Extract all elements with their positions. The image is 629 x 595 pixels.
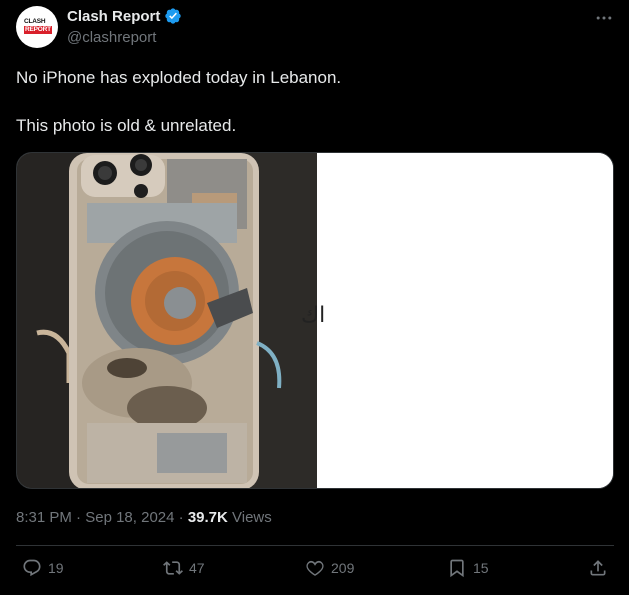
heart-icon — [306, 560, 324, 576]
views-label: Views — [232, 509, 272, 526]
tweet-paragraph: No iPhone has exploded today in Lebanon. — [16, 68, 342, 87]
divider — [16, 545, 614, 546]
damaged-phone-illustration — [17, 153, 317, 488]
handle[interactable]: @clashreport — [67, 29, 156, 46]
bookmark-button[interactable]: 15 — [447, 558, 489, 578]
reply-icon — [23, 559, 41, 577]
verified-badge-icon[interactable] — [164, 7, 182, 25]
tweet[interactable]: CLASH REPORT Clash Report @clashreport N… — [0, 0, 629, 595]
share-icon — [590, 560, 606, 576]
reply-button[interactable]: 19 — [22, 558, 64, 578]
bookmark-icon — [450, 559, 464, 578]
tweet-media[interactable]: اك — [16, 152, 614, 489]
views-count: 39.7K — [187, 509, 228, 526]
tweet-text: No iPhone has exploded today in Lebanon.… — [16, 66, 616, 138]
like-button[interactable]: 209 — [305, 558, 354, 578]
author-name-row: Clash Report — [67, 7, 182, 25]
repost-icon — [163, 561, 183, 575]
media-photo-right[interactable]: اك — [301, 153, 613, 488]
bookmark-count: 15 — [473, 560, 489, 576]
media-photo-left[interactable] — [17, 153, 317, 488]
tweet-date[interactable]: Sep 18, 2024 — [85, 509, 174, 526]
repost-button[interactable]: 47 — [163, 558, 205, 578]
repost-count: 47 — [189, 560, 205, 576]
reply-count: 19 — [48, 560, 64, 576]
media-caption-fragment: اك — [301, 303, 326, 328]
meta-separator: · — [178, 509, 184, 526]
meta-separator: · — [76, 509, 82, 526]
more-icon[interactable] — [593, 8, 615, 26]
clash-report-logo: CLASH REPORT — [24, 18, 52, 36]
share-button[interactable] — [588, 558, 614, 578]
logo-line1: CLASH — [24, 18, 46, 25]
avatar[interactable]: CLASH REPORT — [16, 6, 58, 48]
tweet-meta: 8:31 PM · Sep 18, 2024 · 39.7K Views — [16, 509, 272, 526]
action-bar: 19 47 209 15 — [0, 556, 629, 586]
display-name[interactable]: Clash Report — [67, 8, 160, 25]
tweet-time[interactable]: 8:31 PM — [16, 509, 72, 526]
logo-line2: REPORT — [24, 26, 52, 34]
like-count: 209 — [331, 560, 355, 576]
tweet-paragraph: This photo is old & unrelated. — [16, 116, 237, 135]
